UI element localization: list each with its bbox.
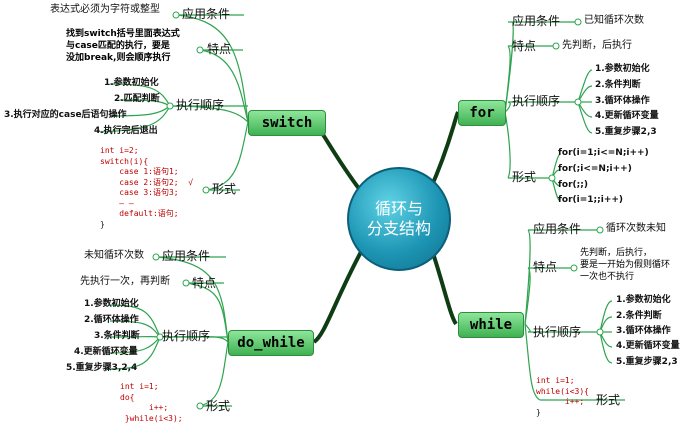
do-while-step-1: 1.参数初始化 [84,299,139,309]
switch-feature-label: 特点 [207,42,232,56]
switch-step-4: 4.执行完后退出 [94,126,158,136]
while-step-3: 3.循环体操作 [616,326,671,336]
do-while-form-label: 形式 [206,399,231,413]
switch-cond-text: 表达式必须为字符或整型 [50,4,160,15]
do-while-order-label: 执行顺序 [162,329,211,343]
do-while-cond-text: 未知循环次数 [84,250,144,261]
while-cond-text: 循环次数未知 [606,223,666,234]
while-form-label: 形式 [596,393,621,407]
do-while-feature-label: 特点 [192,276,217,290]
central-topic-line1: 循环与 [374,199,423,218]
while-code-block: int i=1; while(i<3){ i++;} [536,376,589,417]
while-step-2: 2.条件判断 [616,311,662,321]
while-cond-label: 应用条件 [533,222,582,236]
do-while-step-2: 2.循环体操作 [84,315,139,325]
for-order-label: 执行顺序 [512,94,561,108]
for-form-label: 形式 [512,170,537,184]
switch-order-label: 执行顺序 [176,98,225,112]
for-branch-node[interactable]: for [458,100,506,126]
switch-code-block: int i=2; switch(i){ case 1:语句1; case 2:语句… [100,146,194,229]
while-feature-text: 先判断，后执行， 要是一开始为假则循环 一次也不执行 [580,248,671,282]
switch-branch-node[interactable]: switch [248,110,326,136]
for-feature-text: 先判断，后执行 [562,40,632,51]
switch-step-1: 1.参数初始化 [104,78,159,88]
for-step-5: 5.重复步骤2,3 [595,127,657,137]
switch-step-3: 3.执行对应的case后语句操作 [4,110,127,120]
while-order-label: 执行顺序 [533,325,582,339]
switch-feature-text: 找到switch括号里面表达式 与case匹配的执行，要是 没加break,则会… [66,29,180,63]
for-step-1: 1.参数初始化 [595,64,650,74]
switch-step-2: 2.匹配判断 [114,94,160,104]
for-form-1: for(i=1;i<=N;i++) [558,148,649,158]
central-topic-line2: 分支结构 [366,219,431,238]
while-branch-node[interactable]: while [458,312,524,338]
for-form-3: for(;;) [558,180,588,190]
for-step-3: 3.循环体操作 [595,96,650,106]
for-form-4: for(i=1;;i++) [558,195,624,205]
switch-cond-label: 应用条件 [182,7,231,21]
while-feature-label: 特点 [533,260,558,274]
while-step-5: 5.重复步骤2,3 [616,357,678,367]
for-cond-text: 已知循环次数 [584,15,644,26]
while-step-1: 1.参数初始化 [616,295,671,305]
for-form-2: for(;i<=N;i++) [558,164,632,174]
switch-form-label: 形式 [212,182,237,196]
while-step-4: 4.更新循环变量 [616,341,680,351]
for-cond-label: 应用条件 [512,14,561,28]
central-topic[interactable]: 循环与 分支结构 [347,167,451,271]
do-while-step-5: 5.重复步骤3,2,4 [66,363,138,373]
do-while-cond-label: 应用条件 [162,249,211,263]
for-step-4: 4.更新循环变量 [595,111,659,121]
do-while-code-block: int i=1; do{ i++; }while(i<3); [120,382,183,423]
for-step-2: 2.条件判断 [595,80,641,90]
for-feature-label: 特点 [512,39,537,53]
do-while-step-4: 4.更新循环变量 [74,347,138,357]
do-while-step-3: 3.条件判断 [94,331,140,341]
do-while-feature-text: 先执行一次，再判断 [80,276,170,287]
do-while-branch-node[interactable]: do_while [228,330,314,356]
